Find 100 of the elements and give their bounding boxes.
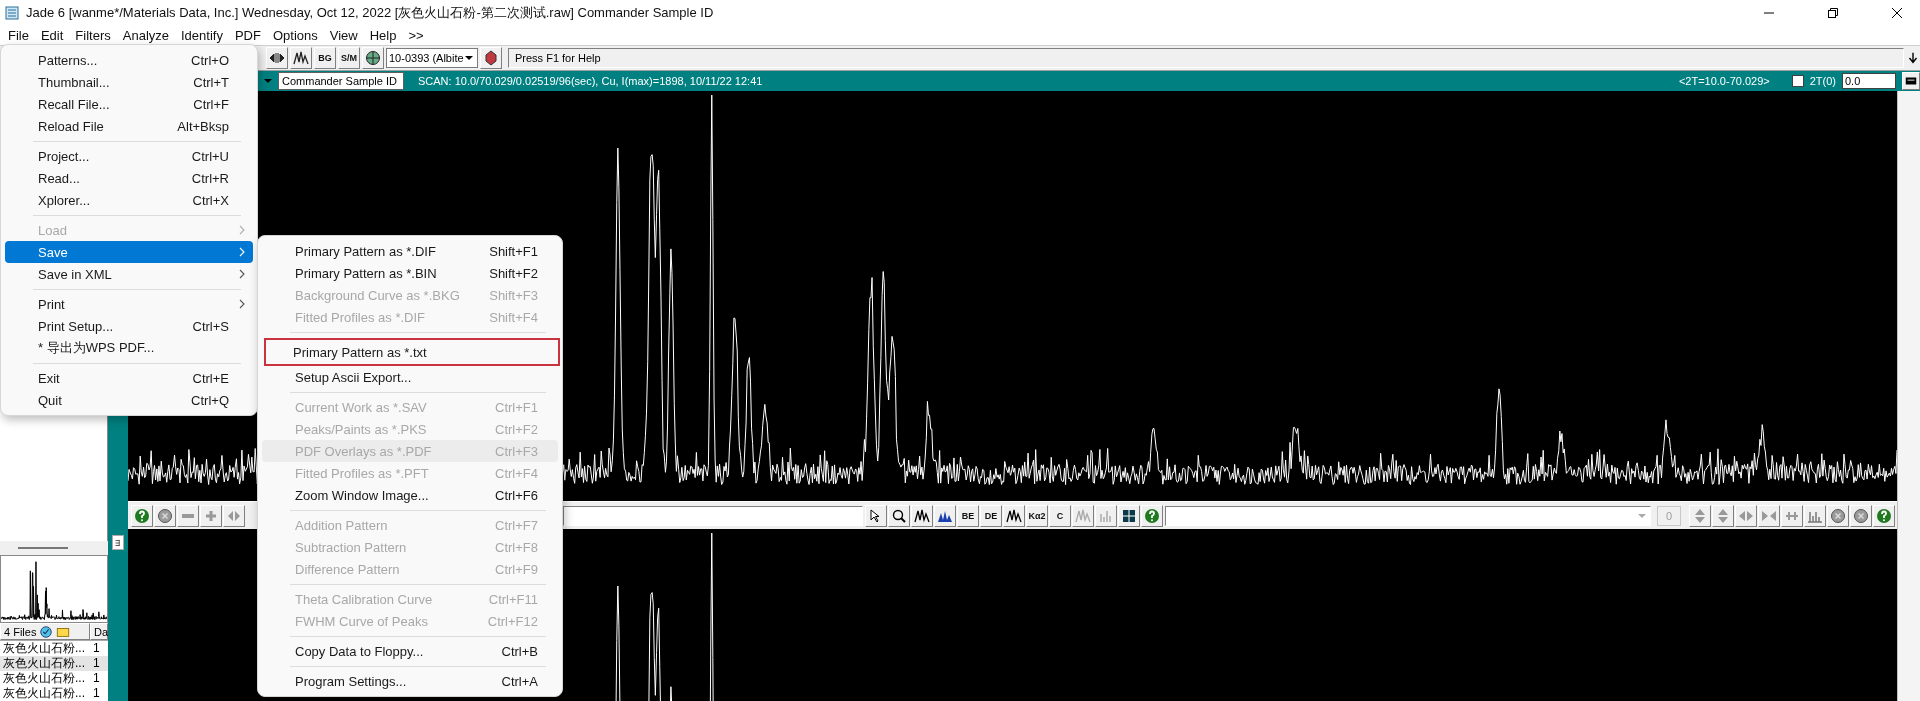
menu-item[interactable]: Print Setup... Ctrl+S — [5, 315, 253, 337]
command-field[interactable] — [563, 505, 863, 526]
peaks-button[interactable] — [911, 504, 933, 527]
stop-button[interactable] — [1827, 504, 1849, 527]
toolbar-button[interactable]: DE — [980, 504, 1002, 527]
arrows-button[interactable] — [266, 47, 288, 69]
help-icon — [1144, 507, 1160, 524]
menu-item[interactable]: Print — [5, 293, 253, 315]
minus-button[interactable] — [177, 504, 199, 527]
pointer-button[interactable] — [865, 504, 887, 527]
plus-button[interactable] — [200, 504, 222, 527]
file-row[interactable]: 灰色火山石粉... 1 — [0, 641, 108, 656]
toolbar-button[interactable]: S/M — [338, 47, 360, 69]
marker-button[interactable] — [1781, 504, 1803, 527]
zero-label: 2T(0) — [1809, 75, 1836, 87]
menu-item[interactable]: Copy Data to Floppy... Ctrl+B — [262, 640, 558, 662]
zero-checkbox[interactable] — [1791, 75, 1804, 87]
splitter-button[interactable] — [112, 535, 124, 550]
dim-peaks-icon — [1075, 507, 1091, 524]
peaks-icon — [1006, 507, 1022, 524]
stop-button[interactable] — [1850, 504, 1872, 527]
menu-bar-item[interactable]: View — [323, 28, 364, 43]
menu-item[interactable]: Xplorer... Ctrl+X — [5, 189, 253, 211]
file-row[interactable]: 灰色火山石粉... 1 — [0, 656, 108, 671]
pattern-dropdown[interactable]: 10-0393 (Albite — [386, 48, 478, 68]
menu-item[interactable]: Read... Ctrl+R — [5, 167, 253, 189]
globe-button[interactable] — [362, 47, 384, 69]
dropdown-arrow-icon — [1638, 513, 1646, 518]
menu-bar-item[interactable]: Identify — [175, 28, 229, 43]
menu-item[interactable]: Save in XML — [5, 263, 253, 285]
slider-line — [18, 547, 68, 549]
toolbar-button[interactable]: C — [1049, 504, 1071, 527]
file-row[interactable]: 灰色火山石粉... 1 — [0, 686, 108, 701]
toolbar-button[interactable]: BE — [957, 504, 979, 527]
menu-bar-item[interactable]: Options — [266, 28, 324, 43]
menu-item[interactable]: Reload File Alt+Bksp — [5, 115, 253, 137]
menu-item[interactable]: Exit Ctrl+E — [5, 367, 253, 389]
menu-item[interactable]: Patterns... Ctrl+O — [5, 49, 253, 71]
left-right-button[interactable] — [223, 504, 245, 527]
help-field: Press F1 for Help — [508, 48, 1904, 68]
menu-item[interactable]: Quit Ctrl+Q — [5, 389, 253, 411]
menu-bar-item[interactable]: >> — [402, 28, 430, 43]
menu-item[interactable]: Recall File... Ctrl+F — [5, 93, 253, 115]
bar-chart-button[interactable] — [1095, 504, 1117, 527]
gem-button[interactable] — [480, 47, 502, 69]
zoom-button[interactable] — [888, 504, 910, 527]
menu-item[interactable]: Save — [5, 241, 253, 263]
menu-item[interactable]: Project... Ctrl+U — [5, 145, 253, 167]
menu-item[interactable]: Primary Pattern as *.txt — [264, 338, 560, 366]
up-down-button[interactable] — [1712, 504, 1734, 527]
toolbar-button[interactable]: Kα2 — [1026, 504, 1048, 527]
menu-item[interactable]: * 导出为WPS PDF... — [5, 337, 253, 359]
help-icon — [134, 507, 150, 524]
stop-icon — [1853, 507, 1869, 524]
sample-id-field[interactable]: Commander Sample ID — [278, 72, 404, 90]
file-count-header[interactable]: 4 Files — [0, 623, 90, 640]
stop-icon — [1830, 507, 1846, 524]
chevron-right-icon — [239, 247, 245, 257]
chevron-right-icon — [239, 299, 245, 309]
menu-item[interactable]: Primary Pattern as *.BIN Shift+F2 — [262, 262, 558, 284]
panel-button[interactable] — [1902, 72, 1920, 90]
stop-button[interactable] — [154, 504, 176, 527]
minus-icon — [182, 513, 194, 518]
up-down-button[interactable] — [1689, 504, 1711, 527]
zero-input[interactable]: 0.0 — [1842, 73, 1896, 89]
help-button[interactable] — [131, 504, 153, 527]
bars-button[interactable] — [1804, 504, 1826, 527]
help-button[interactable] — [1873, 504, 1895, 527]
dim-peaks-button[interactable] — [1072, 504, 1094, 527]
menu-item[interactable]: Thumbnail... Ctrl+T — [5, 71, 253, 93]
up-down-icon — [1692, 507, 1708, 524]
peaks-icon — [293, 50, 309, 66]
peaks-button[interactable] — [1003, 504, 1025, 527]
menu-item[interactable]: Zoom Window Image... Ctrl+F6 — [262, 484, 558, 506]
menu-bar-item[interactable]: File — [2, 28, 35, 43]
menu-item[interactable]: Primary Pattern as *.DIF Shift+F1 — [262, 240, 558, 262]
peaks-button[interactable] — [290, 47, 312, 69]
gem-icon — [483, 50, 499, 66]
dropdown-arrow-icon — [465, 56, 473, 60]
minimize-icon — [1764, 12, 1774, 14]
grid-button[interactable] — [1118, 504, 1140, 527]
menu-bar-item[interactable]: Filters — [69, 28, 117, 43]
toolbar-button[interactable]: BG — [314, 47, 336, 69]
menu-bar-item[interactable]: PDF — [228, 28, 267, 43]
down-arrow-icon — [1906, 50, 1920, 66]
left-right-button[interactable] — [1735, 504, 1757, 527]
menu-bar-item[interactable]: Help — [363, 28, 403, 43]
dropdown-arrow-icon — [264, 79, 272, 83]
file-row[interactable]: 灰色火山石粉... 1 — [0, 671, 108, 686]
menu-bar-item[interactable]: Analyze — [116, 28, 175, 43]
pattern-field[interactable] — [1165, 505, 1651, 526]
help-button[interactable] — [1141, 504, 1163, 527]
menu-item[interactable]: Program Settings... Ctrl+A — [262, 670, 558, 692]
magnifier-icon — [891, 507, 907, 524]
filled-peaks-button[interactable] — [934, 504, 956, 527]
menu-item[interactable]: Setup Ascii Export... — [262, 366, 558, 388]
left-right-button[interactable] — [1758, 504, 1780, 527]
menu-bar-item[interactable]: Edit — [34, 28, 70, 43]
app-icon — [4, 5, 20, 21]
range-label: <2T=10.0-70.029> — [1678, 75, 1770, 87]
